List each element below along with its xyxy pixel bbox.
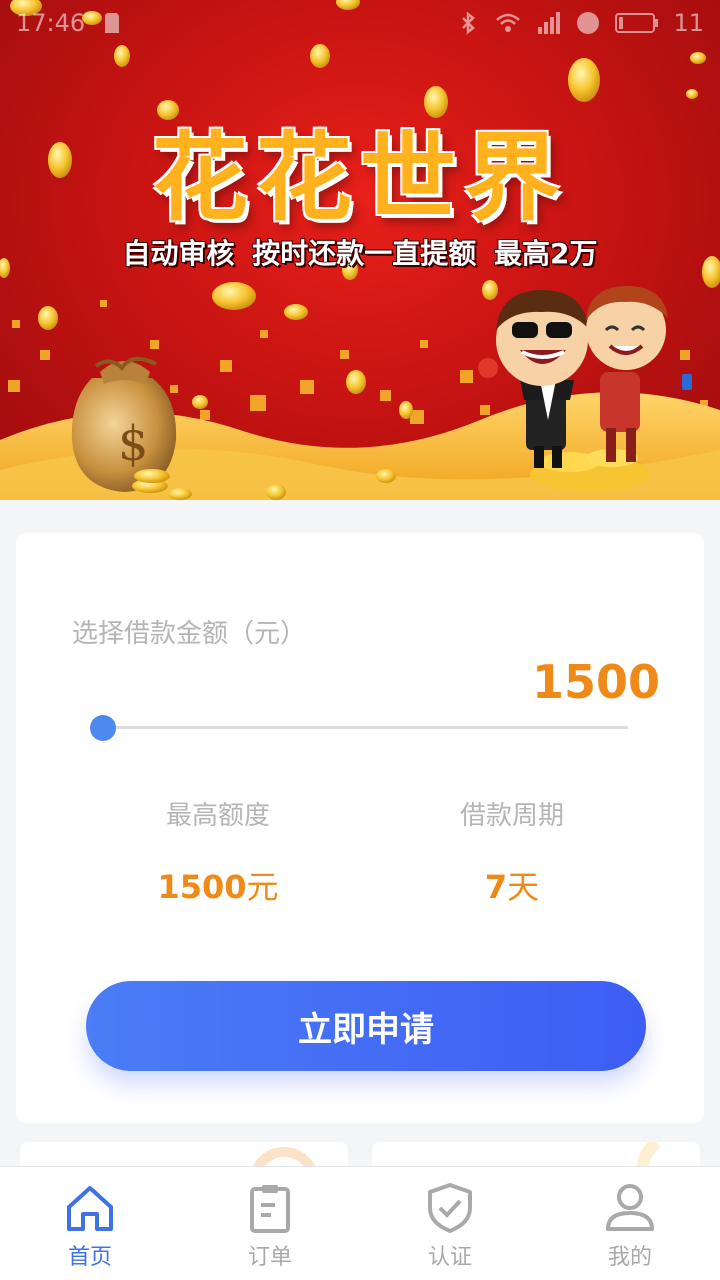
promo-banner[interactable]: $ 花花世界 自动审核 按时还款一直提额 最高2万 [0,0,720,500]
home-icon [67,1186,113,1231]
sim-card-icon [105,13,120,33]
max-limit-amount: 1500 [157,868,247,906]
apply-now-button[interactable]: 立即申请 [86,981,646,1071]
loan-period-unit: 天 [507,868,540,906]
tab-home[interactable]: 首页 [0,1167,180,1280]
shield-check-icon [428,1183,472,1233]
loan-period-block: 借款周期 7天 [382,795,642,908]
status-time: 17:46 [16,9,86,37]
user-icon [606,1184,654,1231]
svg-text:$: $ [118,416,149,472]
max-limit-block: 最高额度 1500元 [88,795,348,908]
wifi-icon [496,13,521,32]
slider-track[interactable] [90,726,628,729]
clipboard-icon [250,1185,290,1233]
hd-icon [577,12,600,34]
tab-orders-label: 订单 [247,1245,292,1270]
tab-orders[interactable]: 订单 [180,1167,360,1280]
slider-thumb[interactable] [90,715,116,741]
status-bar: 17:46 11 [0,0,720,46]
battery-icon [615,13,659,33]
max-limit-label: 最高额度 [165,801,270,831]
tab-verify-label: 认证 [427,1245,472,1270]
max-limit-value: 1500元 [88,862,348,908]
banner-title: 花花世界 [152,122,568,234]
signal-icon [538,12,561,34]
loan-card: 选择借款金额（元） 1500 最高额度 1500元 借款周期 7天 立即申请 [16,533,704,1123]
loan-period-label: 借款周期 [459,801,564,831]
loan-period-value: 7天 [382,862,642,908]
loan-period-amount: 7 [484,868,508,906]
bottom-tab-bar: 首页 订单 认证 我的 [0,1166,720,1280]
tab-home-label: 首页 [67,1245,112,1270]
amount-label: 选择借款金额（元） [72,619,307,649]
banner-subtitle: 自动审核 按时还款一直提额 最高2万 [122,237,598,270]
amount-slider[interactable] [90,715,628,741]
amount-value: 1500 [531,655,660,709]
tab-mine[interactable]: 我的 [540,1167,720,1280]
tab-verify[interactable]: 认证 [360,1167,540,1280]
tab-mine-label: 我的 [607,1245,652,1270]
bluetooth-icon [462,11,476,35]
battery-percent: 11 [673,9,704,37]
max-limit-unit: 元 [246,868,279,906]
